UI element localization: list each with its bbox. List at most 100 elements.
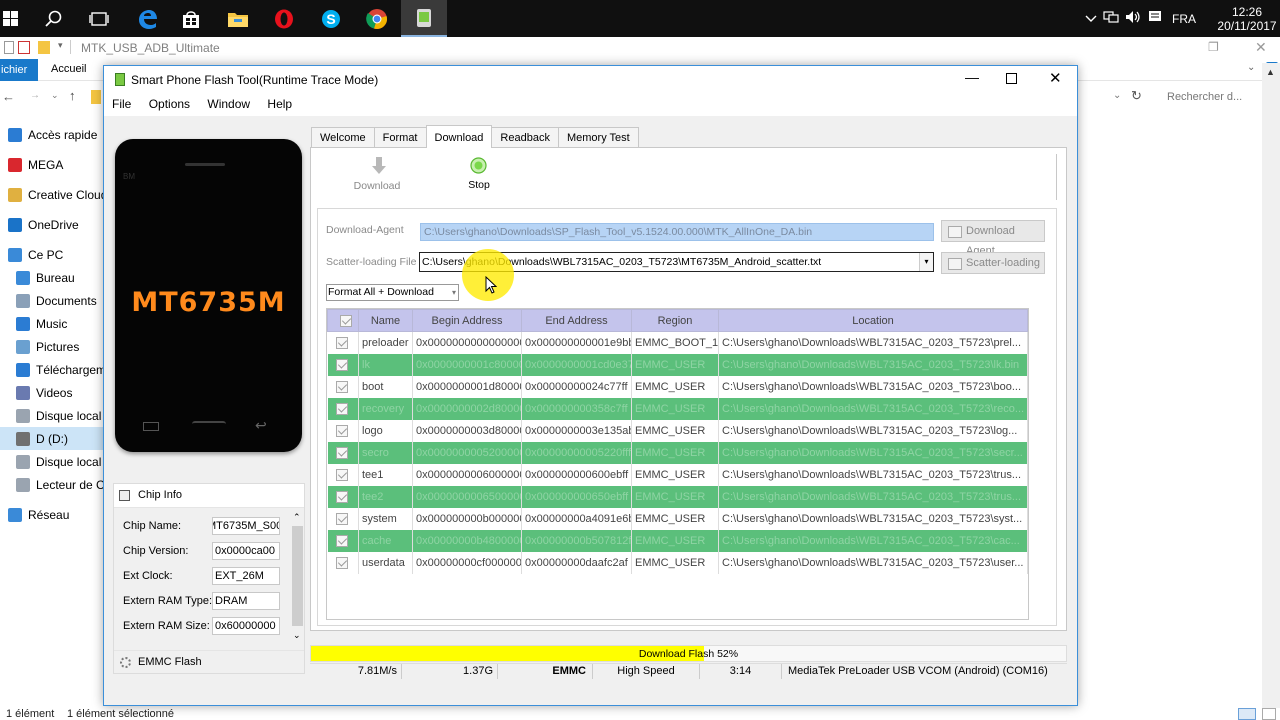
ribbon-home-tab[interactable]: Accueil bbox=[51, 63, 86, 75]
speaker-icon[interactable] bbox=[1122, 10, 1144, 27]
flash-tool-taskbar-icon[interactable] bbox=[401, 0, 447, 37]
menu-help[interactable]: Help bbox=[259, 94, 292, 111]
tab-download[interactable]: Download bbox=[425, 125, 493, 148]
col-region[interactable]: Region bbox=[631, 309, 719, 332]
col-location[interactable]: Location bbox=[718, 309, 1028, 332]
table-row[interactable]: cache 0x00000000b4800000 0x00000000b507812… bbox=[327, 529, 1028, 552]
download-agent-button[interactable]: Download Agent bbox=[941, 220, 1045, 257]
refresh-icon[interactable]: ↻ bbox=[1131, 88, 1142, 104]
details-view-icon[interactable] bbox=[1238, 708, 1256, 720]
close-icon[interactable]: ✕ bbox=[1255, 39, 1267, 56]
tab-format[interactable]: Format bbox=[373, 127, 427, 148]
chip-info-value[interactable]: DRAM bbox=[212, 592, 280, 610]
nav-item[interactable]: OneDrive bbox=[0, 213, 104, 236]
language-indicator[interactable]: FRA bbox=[1166, 12, 1202, 26]
start-icon[interactable] bbox=[0, 0, 22, 37]
table-row[interactable]: boot 0x0000000001d80000 0x00000000024c77ff… bbox=[327, 375, 1028, 398]
scatter-loading-button[interactable]: Scatter-loading bbox=[941, 252, 1045, 274]
download-button[interactable]: Download bbox=[344, 154, 410, 198]
ribbon-file-tab[interactable]: ichier bbox=[0, 59, 38, 81]
row-checkbox[interactable] bbox=[327, 463, 359, 486]
chrome-icon[interactable] bbox=[354, 0, 400, 37]
nav-item[interactable]: Disque local (C bbox=[0, 404, 117, 427]
back-arrow-icon[interactable]: ← bbox=[2, 89, 15, 104]
scroll-up-icon[interactable]: ▲ bbox=[1266, 67, 1275, 77]
up-arrow-icon[interactable]: ↑ bbox=[69, 88, 76, 103]
row-checkbox[interactable] bbox=[327, 485, 359, 508]
row-checkbox[interactable] bbox=[327, 441, 359, 464]
qa-dropdown-icon[interactable]: ▾ bbox=[58, 40, 63, 51]
chip-info-value[interactable]: EXT_26M bbox=[212, 567, 280, 585]
opera-icon[interactable] bbox=[261, 0, 307, 37]
tab-readback[interactable]: Readback bbox=[491, 127, 559, 148]
table-row[interactable]: secro 0x0000000005200000 0x00000000005220f… bbox=[327, 441, 1028, 464]
row-checkbox[interactable] bbox=[327, 397, 359, 420]
nav-item[interactable]: Videos bbox=[0, 381, 104, 404]
skype-icon[interactable]: S bbox=[308, 0, 354, 37]
close-button[interactable]: ✕ bbox=[1049, 69, 1062, 87]
table-row[interactable]: recovery 0x0000000002d80000 0x000000000358… bbox=[327, 397, 1028, 420]
scroll-thumb[interactable] bbox=[292, 526, 303, 626]
explorer-scrollbar[interactable]: ▲ bbox=[1262, 63, 1280, 708]
nav-item[interactable]: Lecteur de CD bbox=[0, 473, 113, 496]
nav-item[interactable]: Réseau bbox=[0, 503, 104, 526]
row-checkbox[interactable] bbox=[327, 353, 359, 376]
checkbox-doc-icon[interactable] bbox=[18, 41, 30, 54]
tab-welcome[interactable]: Welcome bbox=[311, 127, 375, 148]
nav-item[interactable]: Ce PC bbox=[0, 243, 104, 266]
chevron-down-icon[interactable]: ▾ bbox=[919, 253, 933, 271]
nav-item[interactable]: Téléchargeme bbox=[0, 358, 113, 381]
minimize-button[interactable]: — bbox=[965, 69, 979, 85]
network-icon[interactable] bbox=[1100, 10, 1122, 27]
chip-info-scrollbar[interactable]: ⌃ ⌄ bbox=[291, 512, 304, 644]
table-row[interactable]: tee2 0x0000000006500000 0x000000000650ebff… bbox=[327, 485, 1028, 508]
nav-item[interactable]: Music bbox=[0, 312, 104, 335]
table-row[interactable]: lk 0x0000000001c80000 0x0000000001cd0e37 EM… bbox=[327, 353, 1028, 376]
properties-icon[interactable] bbox=[4, 41, 14, 54]
restore-icon[interactable]: ❐ bbox=[1208, 40, 1219, 54]
chevron-down-icon[interactable]: ⌄ bbox=[1247, 62, 1255, 73]
row-checkbox[interactable] bbox=[327, 331, 359, 354]
tab-memory-test[interactable]: Memory Test bbox=[557, 127, 639, 148]
new-folder-icon[interactable] bbox=[38, 41, 50, 54]
nav-item[interactable]: Documents bbox=[0, 289, 104, 312]
col-name[interactable]: Name bbox=[358, 309, 413, 332]
nav-item[interactable]: Pictures bbox=[0, 335, 104, 358]
nav-item[interactable]: Bureau bbox=[0, 266, 104, 289]
search-box[interactable]: Rechercher d... bbox=[1167, 91, 1242, 103]
menu-file[interactable]: File bbox=[104, 94, 131, 111]
row-checkbox[interactable] bbox=[327, 507, 359, 530]
chip-info-value[interactable]: 0x0000ca00 bbox=[212, 542, 280, 560]
large-icons-view-icon[interactable] bbox=[1262, 708, 1276, 720]
forward-arrow-icon[interactable]: → bbox=[30, 90, 40, 101]
nav-item[interactable]: D (D:) bbox=[0, 427, 104, 450]
menu-window[interactable]: Window bbox=[199, 94, 250, 111]
file-explorer-icon[interactable] bbox=[215, 0, 261, 37]
chip-info-value[interactable]: MT6735M_S00 bbox=[212, 517, 280, 535]
nav-item[interactable]: MEGA bbox=[0, 153, 104, 176]
nav-item[interactable]: Accès rapide bbox=[0, 123, 104, 146]
table-row[interactable]: preloader 0x0000000000000000 0x00000000000… bbox=[327, 331, 1028, 354]
mode-select[interactable]: Format All + Download ▾ bbox=[326, 284, 459, 301]
notifications-icon[interactable] bbox=[1144, 10, 1166, 27]
maximize-button[interactable] bbox=[1006, 73, 1017, 84]
row-checkbox[interactable] bbox=[327, 551, 359, 574]
table-row[interactable]: tee1 0x0000000006000000 0x000000000600ebff… bbox=[327, 463, 1028, 486]
col-end-address[interactable]: End Address bbox=[521, 309, 632, 332]
table-row[interactable]: logo 0x0000000003d80000 0x0000000003e135ab… bbox=[327, 419, 1028, 442]
edge-browser-icon[interactable] bbox=[124, 0, 170, 37]
stop-button[interactable]: Stop bbox=[454, 154, 504, 198]
menu-options[interactable]: Options bbox=[141, 94, 190, 111]
task-view-icon[interactable] bbox=[76, 0, 122, 37]
col-begin-address[interactable]: Begin Address bbox=[412, 309, 522, 332]
row-checkbox[interactable] bbox=[327, 419, 359, 442]
search-icon[interactable] bbox=[31, 0, 77, 37]
row-checkbox[interactable] bbox=[327, 529, 359, 552]
chip-info-value[interactable]: 0x60000000 bbox=[212, 617, 280, 635]
chevron-up-icon[interactable] bbox=[1082, 12, 1100, 26]
nav-item[interactable]: Disque local (E bbox=[0, 450, 117, 473]
row-checkbox[interactable] bbox=[327, 375, 359, 398]
store-icon[interactable] bbox=[168, 0, 214, 37]
scroll-down-icon[interactable]: ⌄ bbox=[293, 630, 301, 641]
table-row[interactable]: userdata 0x00000000cf000000 0x00000000daaf… bbox=[327, 551, 1028, 574]
